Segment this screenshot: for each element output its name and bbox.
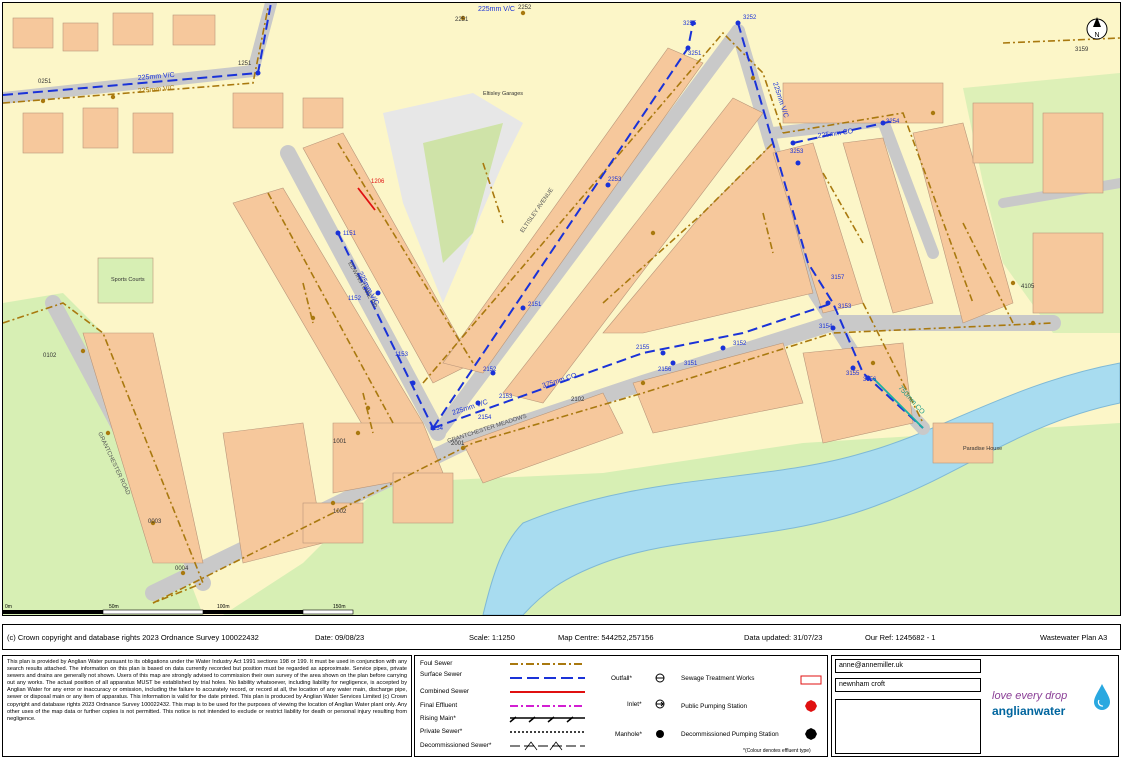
mh-1153: 1153 bbox=[395, 352, 409, 358]
treatment-works-icon bbox=[800, 675, 822, 685]
label-sports-courts: Sports Courts bbox=[111, 277, 145, 283]
mh-1001: 1001 bbox=[333, 439, 347, 445]
legend-surface-label: Surface Sewer bbox=[420, 671, 462, 678]
decom-pumping-icon bbox=[805, 728, 817, 740]
mh-0003: 0003 bbox=[148, 519, 162, 525]
scale-150: 150m bbox=[333, 604, 346, 610]
mh-3251: 3251 bbox=[688, 51, 702, 57]
legend-decom-pumping-label: Decommissioned Pumping Station bbox=[681, 731, 779, 738]
mh-0251: 0251 bbox=[38, 79, 52, 85]
anglian-water-logo: love every drop anglianwater bbox=[992, 682, 1114, 742]
north-label: N bbox=[1094, 32, 1099, 39]
date-text: Date: 09/08/23 bbox=[315, 632, 365, 642]
logo-tagline: love every drop bbox=[992, 690, 1068, 702]
mh-2155: 2155 bbox=[636, 345, 650, 351]
legend-note: *(Colour denotes effluent type) bbox=[743, 748, 811, 754]
outfall-icon bbox=[655, 673, 665, 683]
scale-100: 100m bbox=[217, 604, 230, 610]
label-garages: Eltisley Garages bbox=[483, 91, 523, 97]
mh-2151: 2151 bbox=[528, 302, 542, 308]
mh-2102: 2102 bbox=[571, 397, 585, 403]
legal-notice: This plan is provided by Anglian Water p… bbox=[2, 655, 412, 757]
pipe-label-225-top: 225mm V/C bbox=[478, 6, 515, 13]
mh-2253: 2253 bbox=[608, 177, 622, 183]
mh-3156: 3156 bbox=[863, 377, 877, 383]
water-drop-icon bbox=[1094, 684, 1110, 710]
legend-manhole-label: Manhole* bbox=[615, 731, 643, 738]
contact-panel: anne@annemiller.uk newnham croft love ev… bbox=[831, 655, 1119, 757]
legend-pumping-label: Public Pumping Station bbox=[681, 703, 748, 710]
mh-0004: 0004 bbox=[175, 566, 189, 572]
legend-final-label: Final Effluent bbox=[420, 702, 458, 709]
mh-3151: 3151 bbox=[684, 361, 698, 367]
legend-decommissioned-line bbox=[510, 741, 585, 751]
notes-box bbox=[835, 699, 981, 754]
mh-3153: 3153 bbox=[838, 304, 852, 310]
legend-treatment-label: Sewage Treatment Works bbox=[681, 675, 755, 682]
pumping-station-icon bbox=[805, 700, 817, 712]
mh-3155: 3155 bbox=[846, 371, 860, 377]
reference-text: Our Ref: 1245682 - 1 bbox=[865, 632, 936, 642]
legend-decommissioned-label: Decommissioned Sewer* bbox=[420, 742, 492, 749]
mh-3254: 3254 bbox=[886, 119, 900, 125]
mh-2153: 2153 bbox=[499, 394, 513, 400]
legend-private-label: Private Sewer* bbox=[420, 728, 463, 735]
mh-1002: 1002 bbox=[333, 509, 347, 515]
legend-outfall-label: Outfall* bbox=[611, 675, 632, 682]
mh-2252: 2252 bbox=[518, 5, 532, 11]
inlet-icon bbox=[655, 699, 665, 709]
scale-50: 50m bbox=[109, 604, 119, 610]
mh-3253: 3253 bbox=[790, 149, 804, 155]
info-bar: (c) Crown copyright and database rights … bbox=[2, 624, 1121, 650]
mh-3255: 3255 bbox=[683, 21, 697, 27]
legend-rising-label: Rising Main* bbox=[420, 715, 456, 722]
legend-panel: Foul Sewer Surface Sewer Combined Sewer … bbox=[414, 655, 828, 757]
mh-1251: 1251 bbox=[238, 61, 252, 67]
map-canvas[interactable]: N Sports Courts Eltisley Garages Paradis… bbox=[2, 2, 1121, 616]
mh-1154: 1154 bbox=[430, 426, 444, 432]
mh-0102: 0102 bbox=[43, 353, 57, 359]
address-field: newnham croft bbox=[835, 678, 981, 692]
legend-combined-label: Combined Sewer bbox=[420, 688, 470, 695]
scale-0: 0m bbox=[5, 604, 12, 610]
mh-2001: 2001 bbox=[451, 441, 465, 447]
mh-3152: 3152 bbox=[733, 341, 747, 347]
label-paradise-house: Paradise House bbox=[963, 446, 1002, 452]
logo-brand: anglianwater bbox=[992, 704, 1066, 718]
mh-3157: 3157 bbox=[831, 275, 845, 281]
mh-1206: 1206 bbox=[371, 179, 385, 185]
mh-2154: 2154 bbox=[478, 415, 492, 421]
email-field: anne@annemiller.uk bbox=[835, 659, 981, 673]
mh-1151: 1151 bbox=[343, 231, 357, 237]
legend-foul-label: Foul Sewer bbox=[420, 660, 453, 667]
legend-rising-line bbox=[509, 716, 585, 723]
mh-2152: 2152 bbox=[483, 367, 497, 373]
mh-3252: 3252 bbox=[743, 15, 757, 21]
mh-3159: 3159 bbox=[1075, 47, 1089, 53]
plan-type-text: Wastewater Plan A3 bbox=[1040, 632, 1108, 642]
legend-inlet-label: Inlet* bbox=[627, 701, 642, 708]
scale-text: Scale: 1:1250 bbox=[469, 632, 515, 642]
mh-1152: 1152 bbox=[348, 296, 362, 302]
map-centre-text: Map Centre: 544252,257156 bbox=[558, 632, 654, 642]
mh-2156: 2156 bbox=[658, 367, 672, 373]
mh-4105: 4105 bbox=[1021, 284, 1035, 290]
mh-2251: 2251 bbox=[455, 17, 469, 23]
mh-3154: 3154 bbox=[819, 324, 833, 330]
copyright-text: (c) Crown copyright and database rights … bbox=[7, 632, 259, 642]
manhole-icon bbox=[656, 730, 664, 738]
data-updated-text: Data updated: 31/07/23 bbox=[744, 632, 823, 642]
